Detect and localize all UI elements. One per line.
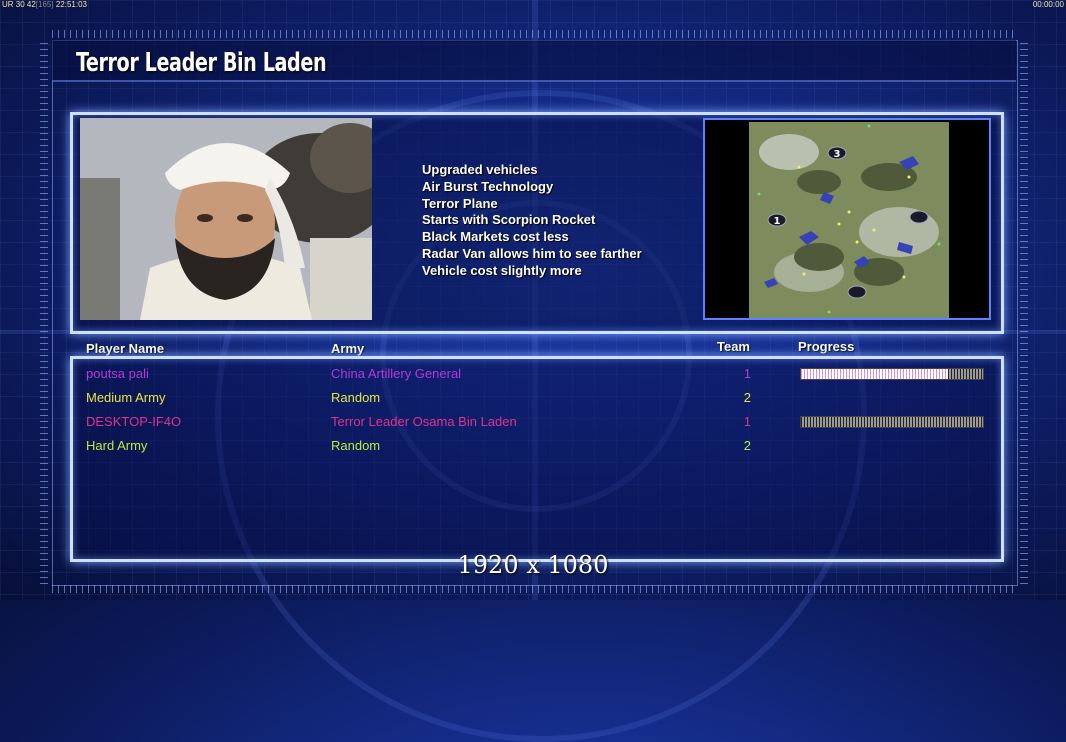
map-preview: 1 3 [703,118,991,320]
header-team: Team [717,339,750,354]
general-features-list: Upgraded vehicles Air Burst Technology T… [422,162,642,280]
feature-item: Starts with Scorpion Rocket [422,212,596,228]
player-team: 2 [743,390,751,405]
map-start-position-label: 1 [774,216,781,227]
map-illustration: 1 3 [749,122,949,318]
progress-fill [801,369,949,379]
feature-item: Vehicle cost slightly more [422,262,582,278]
right-ruler [1020,40,1028,584]
player-name: Medium Army [86,390,166,405]
header-player-name: Player Name [86,341,165,356]
hud-stats: UR 30 42[165] 22:51:03 [2,0,87,10]
player-army: Random [331,438,381,453]
feature-item: Black Markets cost less [422,229,569,245]
hud-frames: 165 [38,0,52,9]
map-terrain: 1 3 [749,122,949,318]
progress-bar [800,368,984,380]
general-portrait [80,118,372,320]
player-army: China Artillery General [331,366,462,381]
hud-clock: 22:51:03 [55,0,87,9]
player-team: 2 [743,438,751,453]
player-name: poutsa pali [86,366,149,381]
map-start-position-label: 3 [834,149,841,160]
player-name: Hard Army [86,438,148,453]
feature-item: Terror Plane [422,195,498,211]
feature-item: Air Burst Technology [422,178,554,194]
player-row[interactable]: Hard Army Random 2 [0,438,1066,462]
feature-item: Upgraded vehicles [422,162,538,177]
hud-frames-bracket-close: ] [51,0,54,9]
hud-timer: 00:00:00 [1032,0,1064,9]
progress-bar [800,416,984,428]
header-army: Army [331,341,365,356]
general-title: Terror Leader Bin Laden [76,48,327,78]
header-progress: Progress [798,339,855,354]
player-row[interactable]: poutsa pali China Artillery General 1 [0,366,1066,390]
feature-item: Radar Van allows him to see farther [422,245,642,261]
hud-stats-text: UR 30 42 [2,0,36,9]
player-row[interactable]: DESKTOP-IF4O Terror Leader Osama Bin Lade… [0,414,1066,438]
player-team: 1 [743,414,751,429]
left-ruler [40,40,48,584]
resolution-label: 1920 x 1080 [457,551,609,579]
player-army: Terror Leader Osama Bin Laden [331,414,517,429]
player-army: Random [331,390,381,405]
portrait-illustration [80,118,372,320]
player-name: DESKTOP-IF4O [86,414,182,429]
bottom-ruler [52,585,1016,593]
player-row[interactable]: Medium Army Random 2 [0,390,1066,414]
player-team: 1 [743,366,751,381]
top-ruler [52,30,1016,38]
